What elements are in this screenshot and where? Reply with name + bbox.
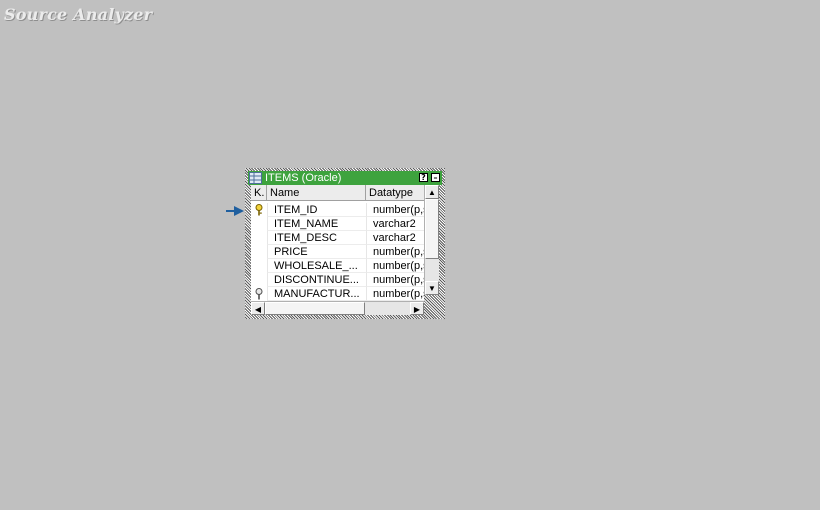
key-cell bbox=[251, 245, 267, 259]
source-definition-window[interactable]: ITEMS (Oracle) ? – K. Name Datatype ITEM… bbox=[245, 168, 445, 319]
scroll-up-button[interactable]: ▲ bbox=[425, 185, 439, 199]
table-row[interactable]: MANUFACTUR... number(p,s bbox=[251, 287, 424, 301]
scroll-down-button[interactable]: ▼ bbox=[425, 281, 439, 295]
table-row[interactable]: WHOLESALE_... number(p,s bbox=[251, 259, 424, 273]
help-button[interactable]: ? bbox=[419, 173, 428, 182]
horizontal-scrollbar[interactable]: ◀ ▶ bbox=[251, 301, 424, 315]
key-cell bbox=[251, 231, 267, 245]
column-datatype: number(p,s bbox=[366, 245, 424, 259]
key-cell bbox=[251, 259, 267, 273]
column-datatype: varchar2 bbox=[366, 231, 424, 245]
vertical-scrollbar[interactable]: ▲ ▼ bbox=[424, 185, 439, 295]
link-arrow-icon bbox=[226, 206, 244, 216]
column-datatype: number(p,s bbox=[366, 203, 424, 217]
column-name: PRICE bbox=[267, 245, 366, 259]
primary-key-icon bbox=[255, 204, 263, 216]
table-row[interactable]: ITEM_DESC varchar2 bbox=[251, 231, 424, 245]
key-cell bbox=[251, 203, 267, 217]
horizontal-scroll-thumb[interactable] bbox=[265, 302, 365, 315]
column-datatype: varchar2 bbox=[366, 217, 424, 231]
key-cell bbox=[251, 287, 267, 301]
table-icon bbox=[249, 172, 262, 184]
scroll-right-button[interactable]: ▶ bbox=[410, 302, 424, 315]
column-header-datatype[interactable]: Datatype bbox=[366, 185, 424, 200]
table-row[interactable]: ITEM_NAME varchar2 bbox=[251, 217, 424, 231]
key-cell bbox=[251, 217, 267, 231]
column-name: ITEM_DESC bbox=[267, 231, 366, 245]
table-row[interactable]: PRICE number(p,s bbox=[251, 245, 424, 259]
minimize-button[interactable]: – bbox=[431, 173, 440, 182]
column-name: ITEM_NAME bbox=[267, 217, 366, 231]
column-name: MANUFACTUR... bbox=[267, 287, 366, 301]
table-row[interactable]: DISCONTINUE... number(p,s bbox=[251, 273, 424, 287]
column-name: DISCONTINUE... bbox=[267, 273, 366, 287]
columns-grid: K. Name Datatype ITEM_ID number(p,s ITEM… bbox=[251, 185, 424, 301]
table-row[interactable]: ITEM_ID number(p,s bbox=[251, 203, 424, 217]
scroll-left-button[interactable]: ◀ bbox=[251, 302, 265, 315]
vertical-scroll-thumb[interactable] bbox=[425, 199, 439, 259]
column-datatype: number(p,s bbox=[366, 273, 424, 287]
workspace-title: Source Analyzer bbox=[4, 5, 153, 24]
foreign-key-icon bbox=[255, 288, 263, 300]
column-name: ITEM_ID bbox=[267, 203, 366, 217]
window-titlebar[interactable]: ITEMS (Oracle) ? – bbox=[248, 171, 442, 185]
column-name: WHOLESALE_... bbox=[267, 259, 366, 273]
column-datatype: number(p,s bbox=[366, 259, 424, 273]
grid-header: K. Name Datatype bbox=[251, 185, 424, 201]
column-header-name[interactable]: Name bbox=[267, 185, 366, 200]
key-cell bbox=[251, 273, 267, 287]
column-datatype: number(p,s bbox=[366, 287, 424, 301]
column-header-key[interactable]: K. bbox=[251, 185, 267, 200]
window-title: ITEMS (Oracle) bbox=[265, 172, 342, 184]
